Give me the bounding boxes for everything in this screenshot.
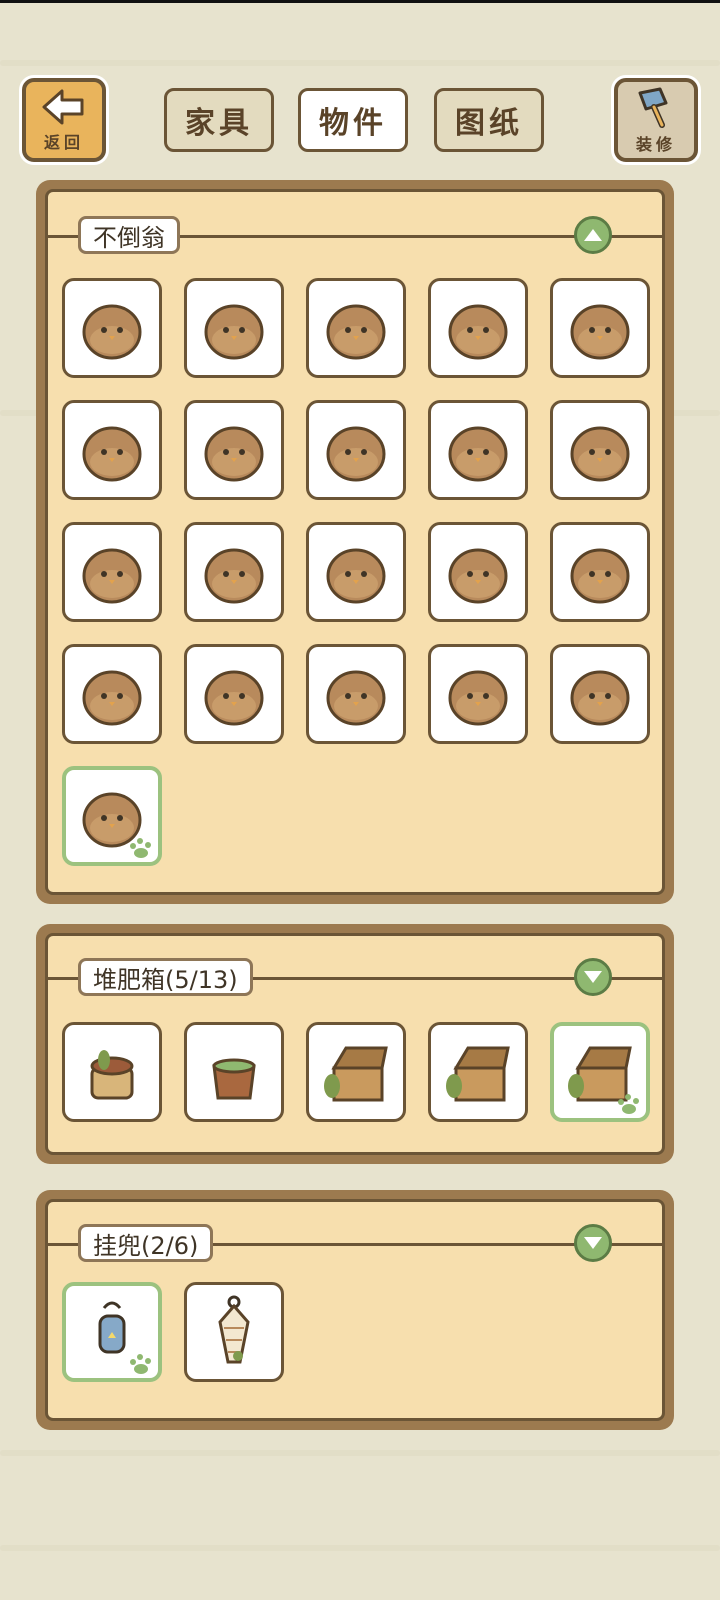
tumbler-toy-icon bbox=[204, 548, 264, 604]
background-swirl bbox=[0, 1545, 720, 1551]
compost-crate-icon bbox=[446, 1046, 510, 1102]
compost-tub-icon bbox=[212, 1058, 256, 1100]
tab-furniture[interactable]: 家具 bbox=[164, 88, 274, 152]
item-tile[interactable] bbox=[62, 1022, 162, 1122]
item-tile[interactable] bbox=[62, 400, 162, 500]
item-tile[interactable] bbox=[306, 522, 406, 622]
decorate-button[interactable]: 装修 bbox=[614, 78, 698, 162]
item-tile[interactable] bbox=[306, 644, 406, 744]
item-tile[interactable] bbox=[550, 644, 650, 744]
section-panel-compost: 堆肥箱(5/13) bbox=[36, 924, 674, 1164]
chevron-up-icon bbox=[584, 229, 602, 241]
section-title: 堆肥箱(5/13) bbox=[78, 958, 253, 996]
chevron-down-icon bbox=[584, 971, 602, 983]
item-tile[interactable] bbox=[62, 766, 162, 866]
compost-bucket-icon bbox=[90, 1050, 134, 1100]
tab-items[interactable]: 物件 bbox=[298, 88, 408, 152]
tumbler-toy-icon bbox=[204, 670, 264, 726]
frog-paw-icon bbox=[130, 838, 151, 858]
section-title: 不倒翁 bbox=[78, 216, 180, 254]
tumbler-toy-icon bbox=[204, 304, 264, 360]
section-title: 挂兜(2/6) bbox=[78, 1224, 214, 1262]
item-grid bbox=[62, 1282, 650, 1382]
item-tile[interactable] bbox=[306, 400, 406, 500]
tumbler-toy-icon bbox=[326, 304, 386, 360]
item-tile[interactable] bbox=[306, 1022, 406, 1122]
item-tile[interactable] bbox=[550, 1022, 650, 1122]
item-tile[interactable] bbox=[428, 1022, 528, 1122]
collapse-toggle[interactable] bbox=[574, 216, 612, 254]
tumbler-toy-icon bbox=[448, 548, 508, 604]
tumbler-toy-icon bbox=[448, 304, 508, 360]
tumbler-toy-icon bbox=[448, 426, 508, 482]
item-tile[interactable] bbox=[428, 400, 528, 500]
item-tile[interactable] bbox=[550, 522, 650, 622]
item-tile[interactable] bbox=[550, 278, 650, 378]
tumbler-toy-icon bbox=[82, 304, 142, 360]
expand-toggle[interactable] bbox=[574, 958, 612, 996]
item-tile[interactable] bbox=[184, 1022, 284, 1122]
arrow-left-icon bbox=[42, 89, 84, 125]
tumbler-toy-icon bbox=[570, 304, 630, 360]
item-tile[interactable] bbox=[62, 522, 162, 622]
tab-blueprints[interactable]: 图纸 bbox=[434, 88, 544, 152]
background-swirl bbox=[0, 60, 720, 66]
expand-toggle[interactable] bbox=[574, 1224, 612, 1262]
tumbler-toy-icon bbox=[82, 548, 142, 604]
tumbler-toy-icon bbox=[326, 548, 386, 604]
frog-paw-icon bbox=[618, 1094, 639, 1114]
item-tile[interactable] bbox=[428, 522, 528, 622]
hanging-net-bag-icon bbox=[218, 1295, 250, 1364]
item-tile[interactable] bbox=[62, 1282, 162, 1382]
item-grid bbox=[62, 1022, 650, 1122]
tumbler-toy-icon bbox=[82, 670, 142, 726]
background-swirl bbox=[0, 1450, 720, 1456]
item-tile[interactable] bbox=[428, 644, 528, 744]
item-tile[interactable] bbox=[428, 278, 528, 378]
decorate-label: 装修 bbox=[635, 135, 676, 154]
item-tile[interactable] bbox=[62, 278, 162, 378]
item-tile[interactable] bbox=[184, 400, 284, 500]
compost-crate-icon bbox=[324, 1046, 388, 1102]
section-panel-hanging-bag: 挂兜(2/6) bbox=[36, 1190, 674, 1430]
paint-brush-icon bbox=[638, 87, 668, 128]
item-tile[interactable] bbox=[62, 644, 162, 744]
item-tile[interactable] bbox=[184, 522, 284, 622]
item-tile[interactable] bbox=[184, 1282, 284, 1382]
status-bar-edge bbox=[0, 0, 720, 3]
tumbler-toy-icon bbox=[570, 426, 630, 482]
item-tile[interactable] bbox=[184, 278, 284, 378]
chevron-down-icon bbox=[584, 1237, 602, 1249]
tumbler-toy-icon bbox=[82, 426, 142, 482]
tumbler-toy-icon bbox=[326, 670, 386, 726]
section-panel-tumbler: 不倒翁 bbox=[36, 180, 674, 904]
tumbler-toy-icon bbox=[570, 548, 630, 604]
item-grid bbox=[62, 278, 650, 866]
item-tile[interactable] bbox=[306, 278, 406, 378]
frog-paw-icon bbox=[130, 1354, 151, 1374]
tumbler-toy-icon bbox=[570, 670, 630, 726]
item-tile[interactable] bbox=[184, 644, 284, 744]
back-label: 返回 bbox=[43, 133, 84, 152]
tumbler-toy-icon bbox=[204, 426, 264, 482]
tumbler-toy-icon bbox=[448, 670, 508, 726]
item-tile[interactable] bbox=[550, 400, 650, 500]
tumbler-toy-icon bbox=[326, 426, 386, 482]
back-button[interactable]: 返回 bbox=[22, 78, 106, 162]
